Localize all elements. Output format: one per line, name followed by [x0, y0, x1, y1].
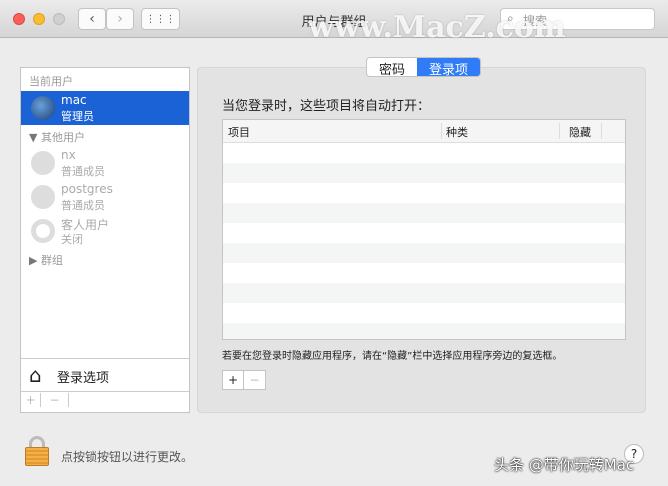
- add-login-item-button[interactable]: +: [223, 371, 244, 389]
- add-user-button[interactable]: +: [21, 393, 41, 407]
- user-name: mac: [61, 93, 87, 107]
- disclosure-right-icon: ▶: [29, 254, 41, 267]
- remove-user-button[interactable]: −: [41, 393, 69, 407]
- intro-text: 当您登录时，这些项目将自动打开：: [222, 99, 431, 114]
- user-mac[interactable]: mac 管理员: [21, 91, 189, 125]
- user-avatar-icon: [31, 151, 55, 175]
- column-hide[interactable]: 隐藏: [569, 124, 591, 140]
- login-options-item[interactable]: ⌂ 登录选项: [21, 358, 189, 392]
- house-icon: ⌂: [29, 363, 42, 387]
- column-kind[interactable]: 种类: [446, 124, 468, 140]
- hide-note: 若要在您登录时隐藏应用程序，请在“隐藏”栏中选择应用程序旁边的复选框。: [222, 351, 563, 362]
- current-users-header: 当前用户: [29, 75, 73, 88]
- user-role: 管理员: [61, 110, 94, 123]
- user-role: 关闭: [61, 233, 83, 246]
- user-role: 普通成员: [61, 165, 105, 178]
- guest-avatar-icon: [31, 219, 55, 243]
- user-guest[interactable]: 客人用户 关闭: [21, 214, 189, 248]
- remove-login-item-button[interactable]: −: [244, 371, 265, 389]
- user-avatar-icon: [31, 185, 55, 209]
- user-postgres[interactable]: postgres 普通成员: [21, 180, 189, 214]
- disclosure-down-icon: ▼: [29, 131, 41, 144]
- login-options-label: 登录选项: [57, 371, 110, 386]
- groups-label: 群组: [40, 254, 63, 267]
- watermark-footer: 头条 @带你玩转Mac: [494, 456, 635, 474]
- lock-text: 点按锁按钮以进行更改。: [61, 450, 194, 464]
- groups-header[interactable]: ▶ 群组: [29, 252, 63, 268]
- globe-avatar-icon: [31, 96, 55, 120]
- lock-icon[interactable]: [25, 436, 49, 466]
- tab-password[interactable]: 密码: [367, 58, 418, 76]
- login-items-table[interactable]: 项目 种类 隐藏: [222, 119, 626, 340]
- other-users-label: 其他用户: [40, 131, 85, 144]
- title-bar: ‹ › ⋮⋮⋮ 用户与群组 ⌕ 搜索 www.MacZ.com: [0, 0, 668, 45]
- user-name: postgres: [61, 182, 113, 196]
- column-item[interactable]: 项目: [228, 124, 250, 140]
- tab-bar: 密码 登录项: [366, 57, 482, 77]
- login-items-buttons: + −: [222, 370, 266, 390]
- user-name: nx: [61, 148, 76, 162]
- table-header: 项目 种类 隐藏: [223, 120, 625, 143]
- user-list: 当前用户 mac 管理员 ▼ 其他用户 nx 普通成员 postgres 普通成…: [20, 67, 190, 413]
- watermark: www.MacZ.com: [308, 10, 566, 45]
- tab-login-items[interactable]: 登录项: [417, 58, 481, 76]
- user-role: 普通成员: [61, 199, 105, 212]
- other-users-header[interactable]: ▼ 其他用户: [29, 129, 85, 145]
- user-nx[interactable]: nx 普通成员: [21, 146, 189, 180]
